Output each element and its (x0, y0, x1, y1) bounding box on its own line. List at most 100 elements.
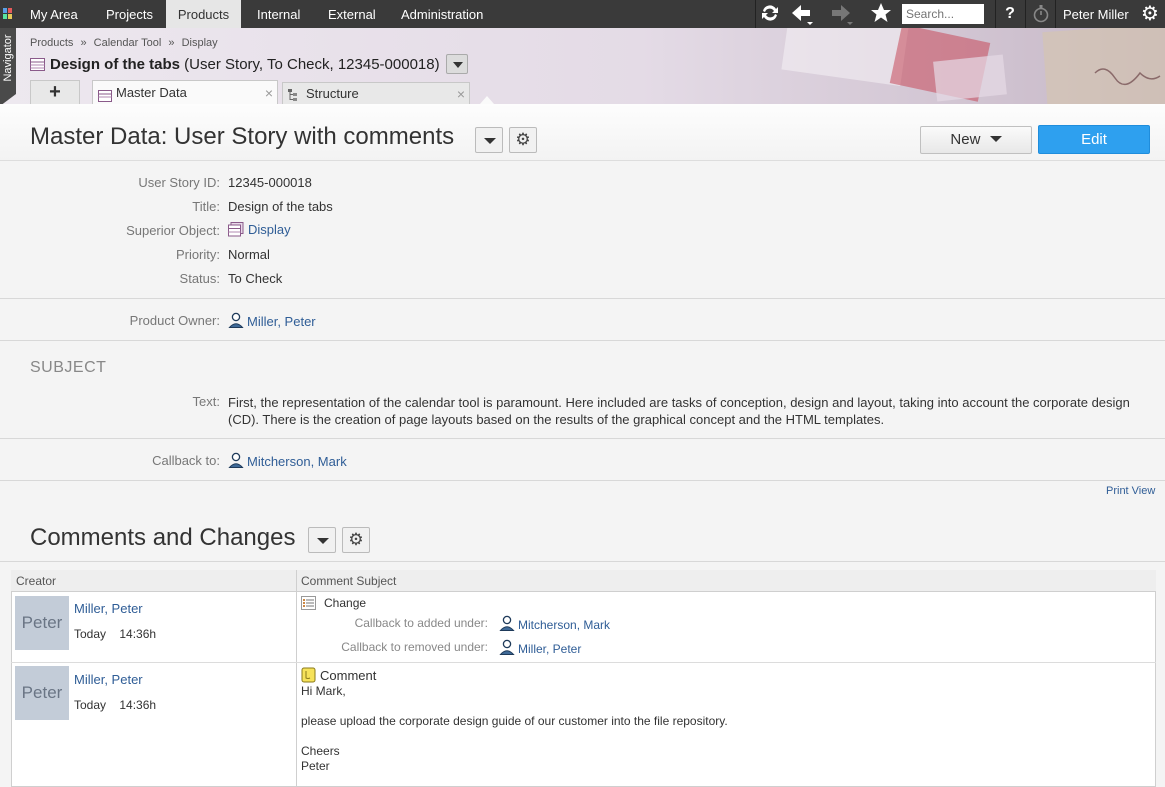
breadcrumb-separator: » (168, 37, 175, 49)
field-value-callback: Mitcherson, Mark (228, 452, 347, 469)
breadcrumb: Products » Calendar Tool » Display (30, 37, 222, 49)
creator-link[interactable]: Miller, Peter (74, 601, 143, 616)
breadcrumb-display[interactable]: Display (182, 37, 218, 49)
comment-type: Change (324, 596, 367, 610)
callback-removed-link[interactable]: Miller, Peter (518, 642, 581, 656)
field-label-callback: Callback to: (152, 453, 220, 468)
comment-body-line: please upload the corporate design guide… (301, 714, 728, 728)
user-story-icon (30, 58, 45, 71)
tab-structure-label: Structure (306, 86, 359, 101)
field-label-superior-object: Superior Object: (126, 223, 220, 238)
navigator-panel-toggle[interactable]: Navigator (0, 28, 16, 94)
creator-link[interactable]: Miller, Peter (74, 672, 143, 687)
comment-date: Today 14:36h (74, 698, 156, 712)
avatar: Peter (15, 666, 69, 720)
comment-note-icon (301, 667, 316, 683)
nav-internal[interactable]: Internal (257, 0, 300, 28)
help-icon[interactable]: ? (998, 2, 1022, 26)
section-divider (0, 340, 1165, 341)
column-header-creator[interactable]: Creator (16, 574, 56, 588)
nav-my-area[interactable]: My Area (30, 0, 78, 28)
person-icon (228, 452, 244, 468)
comment-day: Today (74, 627, 107, 641)
field-label-text: Text: (192, 394, 220, 409)
superior-object-link[interactable]: Display (248, 222, 291, 237)
object-title: Design of the tabs (User Story, To Check… (50, 56, 440, 73)
comment-date: Today 14:36h (74, 627, 156, 641)
comments-menu-dropdown[interactable] (308, 527, 336, 553)
tab-master-data[interactable]: Master Data × (92, 80, 278, 104)
comments-settings-button[interactable]: ⚙ (342, 527, 370, 553)
row-divider (11, 662, 1156, 663)
print-view-link[interactable]: Print View (1106, 485, 1155, 497)
gear-icon: ⚙ (515, 130, 531, 149)
field-label-priority: Priority: (175, 247, 220, 262)
stopwatch-icon[interactable] (1029, 2, 1053, 26)
object-title-name: Design of the tabs (50, 56, 181, 73)
comment-body-line: Cheers (301, 744, 340, 758)
page-title: Master Data: User Story with comments (30, 123, 455, 150)
tab-pointer (480, 96, 494, 104)
tab-master-data-label: Master Data (116, 85, 187, 100)
field-value-title: Design of the tabs (228, 199, 333, 214)
object-title-details: (User Story, To Check, 12345-000018) (180, 56, 440, 73)
callback-added-value: Mitcherson, Mark (499, 615, 610, 632)
comment-day: Today (74, 698, 107, 712)
nav-products[interactable]: Products (166, 0, 241, 28)
close-tab-icon[interactable]: × (457, 83, 465, 105)
navigator-label: Navigator (2, 34, 14, 82)
object-menu-dropdown[interactable] (446, 54, 468, 74)
close-tab-icon[interactable]: × (265, 81, 273, 105)
favorites-star-icon[interactable] (869, 2, 893, 26)
toolbar-separator (1055, 0, 1056, 28)
page-menu-dropdown[interactable] (475, 127, 503, 153)
backlog-icon (228, 222, 244, 237)
nav-external[interactable]: External (328, 0, 376, 28)
field-value-text: First, the representation of the calenda… (228, 395, 1130, 427)
callback-added-label: Callback to added under: (354, 616, 488, 630)
nav-administration[interactable]: Administration (401, 0, 483, 28)
column-header-comment-subject[interactable]: Comment Subject (301, 574, 396, 588)
field-label-product-owner: Product Owner: (129, 313, 220, 328)
gear-icon: ⚙ (348, 530, 364, 549)
field-value-user-story-id: 12345-000018 (228, 175, 312, 190)
user-name[interactable]: Peter Miller (1063, 0, 1129, 28)
app-logo-icon[interactable] (3, 8, 13, 20)
comment-time: 14:36h (119, 627, 157, 641)
top-navigation-bar: My Area Projects Products Internal Exter… (0, 0, 1165, 28)
add-tab-button[interactable]: + (30, 80, 80, 104)
callback-removed-value: Miller, Peter (499, 639, 581, 656)
field-value-superior-object: Display (228, 222, 291, 237)
product-owner-link[interactable]: Miller, Peter (247, 314, 316, 329)
field-label-title: Title: (192, 199, 220, 214)
page-settings-button[interactable]: ⚙ (509, 127, 537, 153)
toolbar-separator (755, 0, 756, 28)
toolbar-separator (995, 0, 996, 28)
edit-button[interactable]: Edit (1038, 125, 1150, 154)
column-divider (296, 570, 297, 787)
refresh-icon[interactable] (758, 2, 782, 26)
field-value-status: To Check (228, 271, 283, 286)
comments-title: Comments and Changes (30, 524, 296, 551)
section-divider (0, 561, 1165, 562)
tab-structure[interactable]: Structure × (282, 82, 470, 104)
structure-tree-icon (287, 87, 301, 101)
breadcrumb-products[interactable]: Products (30, 37, 73, 49)
section-divider (0, 480, 1165, 481)
nav-projects[interactable]: Projects (106, 0, 153, 28)
comment-body-line: Peter (301, 759, 330, 773)
breadcrumb-calendar-tool[interactable]: Calendar Tool (94, 37, 162, 49)
callback-added-link[interactable]: Mitcherson, Mark (518, 618, 610, 632)
comments-table-header (11, 570, 1156, 592)
new-button-label: New (950, 131, 981, 148)
change-list-icon (301, 596, 316, 610)
back-arrow-icon[interactable] (790, 2, 814, 26)
new-button[interactable]: New (920, 126, 1032, 154)
callback-link[interactable]: Mitcherson, Mark (247, 454, 347, 469)
subject-heading: SUBJECT (30, 359, 107, 376)
section-divider (0, 438, 1165, 439)
user-story-icon (98, 86, 112, 102)
settings-gear-icon[interactable]: ⚙ (1138, 2, 1162, 26)
search-input[interactable] (902, 4, 984, 24)
forward-arrow-icon[interactable] (830, 2, 854, 26)
